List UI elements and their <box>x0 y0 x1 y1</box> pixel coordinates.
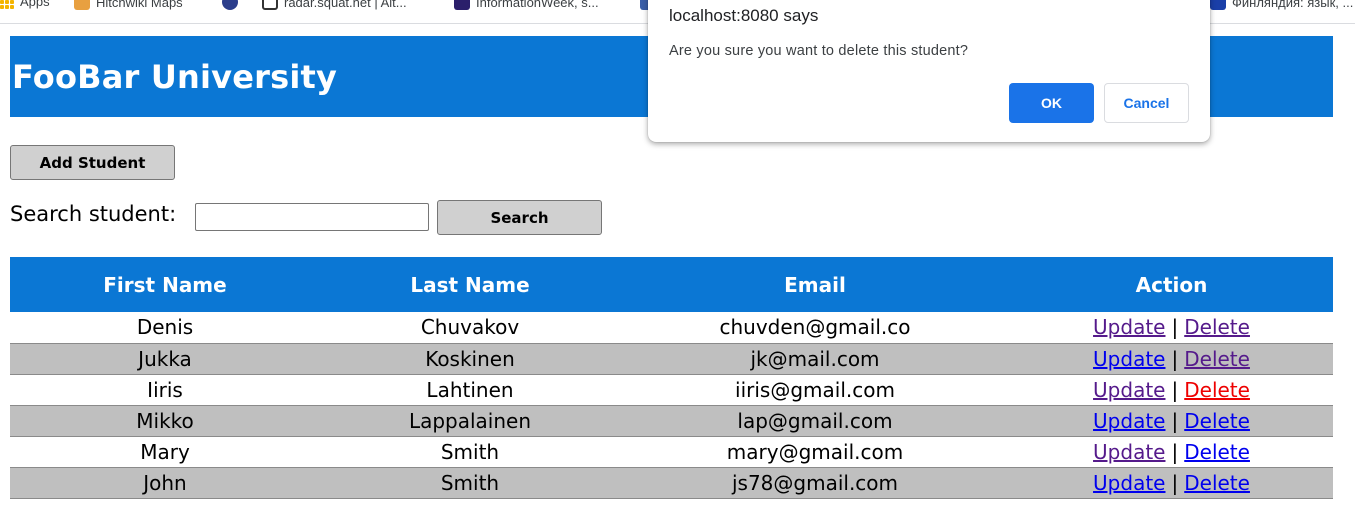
action-separator: | <box>1171 346 1179 371</box>
cell-last-name: Lahtinen <box>320 374 620 406</box>
radar-icon <box>262 0 278 10</box>
cs-icon <box>222 0 238 10</box>
cell-email: iiris@gmail.com <box>620 374 1010 406</box>
students-table-body: Denis Chuvakov chuvden@gmail.co Update | Dele… <box>10 312 1333 499</box>
search-input[interactable] <box>195 203 429 231</box>
search-label: Search student: <box>10 202 177 226</box>
search-button[interactable]: Search <box>437 200 602 235</box>
confirm-dialog: localhost:8080 says Are you sure you wan… <box>648 0 1210 142</box>
cell-first-name: Mikko <box>10 405 320 437</box>
cell-last-name: Smith <box>320 436 620 468</box>
iw-icon <box>454 0 470 10</box>
bookmark-label: Hitchwiki Maps <box>96 0 183 10</box>
update-link[interactable]: Update <box>1093 315 1165 339</box>
delete-link[interactable]: Delete <box>1184 315 1250 339</box>
table-row: Mikko Lappalainen lap@gmail.com Update | Dele… <box>10 405 1333 437</box>
dialog-title: localhost:8080 says <box>669 6 819 25</box>
delete-link[interactable]: Delete <box>1184 347 1250 371</box>
cell-first-name: Mary <box>10 436 320 468</box>
delete-link[interactable]: Delete <box>1184 471 1250 495</box>
header-email: Email <box>620 257 1010 312</box>
table-row: Jukka Koskinen jk@mail.com Update | Delete <box>10 343 1333 375</box>
table-row: Iiris Lahtinen iiris@gmail.com Update | Delet… <box>10 374 1333 406</box>
bookmark-cs[interactable] <box>222 0 238 10</box>
ok-button[interactable]: OK <box>1009 83 1094 123</box>
header-last-name: Last Name <box>320 257 620 312</box>
cell-first-name: Denis <box>10 312 320 344</box>
delete-link[interactable]: Delete <box>1184 378 1250 402</box>
dialog-message: Are you sure you want to delete this stu… <box>669 43 969 59</box>
add-student-button[interactable]: Add Student <box>10 145 175 180</box>
cell-action: Update | Delete <box>1010 312 1333 344</box>
cell-last-name: Koskinen <box>320 343 620 375</box>
update-link[interactable]: Update <box>1093 471 1165 495</box>
header-action: Action <box>1010 257 1333 312</box>
students-table: First Name Last Name Email Action Denis C… <box>10 257 1333 499</box>
cell-last-name: Chuvakov <box>320 312 620 344</box>
header-first-name: First Name <box>10 257 320 312</box>
table-row: Mary Smith mary@gmail.com Update | Delete <box>10 436 1333 468</box>
cell-first-name: John <box>10 467 320 499</box>
cell-action: Update | Delete <box>1010 374 1333 406</box>
flag-icon <box>1210 0 1226 10</box>
cancel-button[interactable]: Cancel <box>1104 83 1189 123</box>
action-separator: | <box>1171 439 1179 464</box>
cell-email: js78@gmail.com <box>620 467 1010 499</box>
action-separator: | <box>1171 408 1179 433</box>
action-separator: | <box>1171 470 1179 495</box>
cell-last-name: Smith <box>320 467 620 499</box>
action-separator: | <box>1171 315 1179 340</box>
cell-action: Update | Delete <box>1010 343 1333 375</box>
bookmark-apps[interactable]: Apps <box>0 0 50 9</box>
cell-action: Update | Delete <box>1010 436 1333 468</box>
bookmark-informationweek[interactable]: InformationWeek, s... <box>454 0 599 10</box>
apps-grid-icon <box>0 0 14 9</box>
update-link[interactable]: Update <box>1093 378 1165 402</box>
action-separator: | <box>1171 377 1179 402</box>
update-link[interactable]: Update <box>1093 347 1165 371</box>
cell-email: mary@gmail.com <box>620 436 1010 468</box>
bookmark-hitchwiki[interactable]: Hitchwiki Maps <box>74 0 183 10</box>
bookmark-label: InformationWeek, s... <box>476 0 599 10</box>
bookmark-radar[interactable]: radar.squat.net | Alt... <box>262 0 407 10</box>
cell-action: Update | Delete <box>1010 467 1333 499</box>
cell-email: jk@mail.com <box>620 343 1010 375</box>
table-row: Denis Chuvakov chuvden@gmail.co Update | Dele… <box>10 312 1333 344</box>
update-link[interactable]: Update <box>1093 440 1165 464</box>
table-row: John Smith js78@gmail.com Update | Delete <box>10 467 1333 499</box>
delete-link[interactable]: Delete <box>1184 440 1250 464</box>
bookmark-label: Apps <box>20 0 50 9</box>
bookmark-label: radar.squat.net | Alt... <box>284 0 407 10</box>
cell-email: lap@gmail.com <box>620 405 1010 437</box>
bookmark-label: Финляндия: язык, ... <box>1232 0 1354 10</box>
cell-first-name: Iiris <box>10 374 320 406</box>
bookmark-finland[interactable]: Финляндия: язык, ... <box>1210 0 1353 10</box>
table-header-row: First Name Last Name Email Action <box>10 257 1333 312</box>
thumb-icon <box>74 0 90 10</box>
delete-link[interactable]: Delete <box>1184 409 1250 433</box>
update-link[interactable]: Update <box>1093 409 1165 433</box>
cell-email: chuvden@gmail.co <box>620 312 1010 344</box>
cell-action: Update | Delete <box>1010 405 1333 437</box>
cell-first-name: Jukka <box>10 343 320 375</box>
cell-last-name: Lappalainen <box>320 405 620 437</box>
page-title: FooBar University <box>12 57 338 96</box>
